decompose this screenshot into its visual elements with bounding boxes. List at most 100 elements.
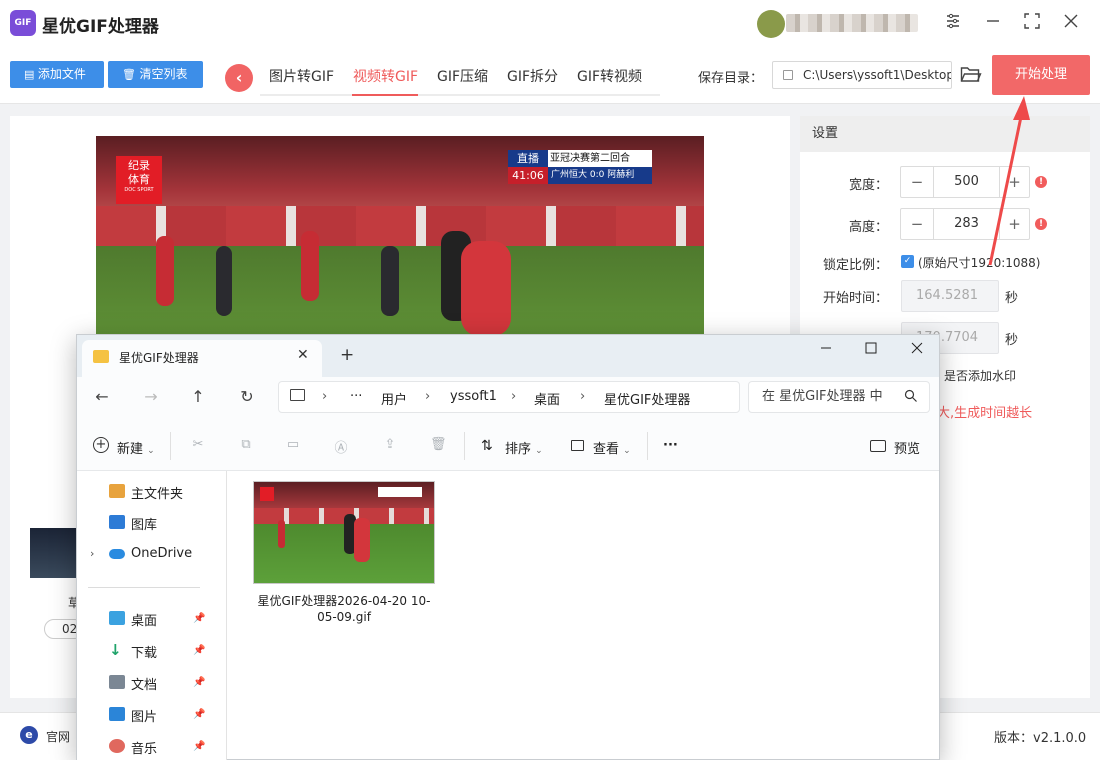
chevron-right-icon: › (425, 389, 431, 404)
explorer-tab[interactable] (82, 340, 322, 377)
copy-icon[interactable]: ⧉ (238, 437, 254, 453)
paste-icon[interactable]: ▭ (285, 437, 301, 453)
score-overlay: 直播 亚冠决赛第二回合 41:06 广州恒大 0:0 阿赫利 (508, 150, 652, 184)
more-options-button[interactable]: ··· (663, 438, 678, 453)
video-preview[interactable]: 纪录 体育 DOC SPORT 直播 亚冠决赛第二回合 41:06 广州恒大 0… (96, 136, 704, 336)
save-dir-field[interactable]: C:\Users\yssoft1\Desktop (772, 61, 952, 89)
up-arrow-icon[interactable]: ↑ (186, 387, 210, 406)
sidebar-item-gallery[interactable]: 图库 (131, 514, 157, 533)
back-arrow-icon[interactable]: ← (90, 387, 114, 406)
new-button[interactable]: 新建 ⌄ (117, 438, 155, 457)
tab-gif-to-video[interactable]: GIF转视频 (577, 66, 642, 86)
search-input[interactable]: 在 星优GIF处理器 中 (748, 381, 930, 413)
user-avatar[interactable] (757, 10, 785, 38)
maximize-icon[interactable] (1020, 12, 1044, 36)
breadcrumb-user[interactable]: yssoft1 (450, 389, 497, 404)
search-icon[interactable] (904, 389, 918, 403)
sidebar-item-music[interactable]: 音乐 (131, 738, 157, 757)
website-link[interactable]: 官网 (46, 728, 70, 745)
music-icon (109, 739, 125, 753)
sidebar-item-downloads[interactable]: 下载 (131, 642, 157, 661)
chevron-right-icon: › (511, 389, 517, 404)
menu-icon[interactable] (941, 12, 965, 36)
pictures-icon (109, 707, 125, 721)
gallery-icon (109, 515, 125, 529)
website-icon[interactable]: e (20, 726, 38, 744)
sidebar-item-pictures[interactable]: 图片 (131, 706, 157, 725)
decrement-button[interactable]: − (901, 167, 934, 197)
file-icon (783, 70, 793, 80)
file-icon: ▤ (24, 68, 38, 81)
rename-icon[interactable]: Ⓐ (333, 437, 349, 456)
tab-video-to-gif[interactable]: 视频转GIF (353, 66, 418, 86)
close-icon[interactable] (910, 341, 924, 355)
chevron-right-icon[interactable]: › (90, 547, 94, 560)
gif-file-name[interactable]: 星优GIF处理器2026-04-20 10-05-09.gif (253, 593, 435, 625)
tab-gif-compress[interactable]: GIF压缩 (437, 66, 488, 86)
collapse-button[interactable]: ‹ (225, 64, 253, 92)
new-tab-icon[interactable]: + (340, 345, 354, 365)
sidebar-item-home[interactable]: 主文件夹 (131, 483, 183, 502)
start-processing-button[interactable]: 开始处理 (992, 55, 1090, 95)
save-dir-label: 保存目录： (698, 71, 764, 86)
close-tab-icon[interactable]: ✕ (297, 347, 309, 363)
explorer-tab-title: 星优GIF处理器 (119, 351, 199, 365)
tab-gif-split[interactable]: GIF拆分 (507, 66, 558, 86)
close-icon[interactable] (1059, 12, 1083, 36)
title-bar (0, 0, 1100, 48)
minimize-icon[interactable] (819, 341, 833, 355)
match-time: 41:06 (508, 167, 548, 184)
start-time-input[interactable]: 164.5281 (901, 280, 999, 312)
forward-arrow-icon[interactable]: → (139, 387, 163, 406)
divider (88, 587, 200, 588)
channel-logo-line1: 纪录 (128, 159, 150, 172)
maximize-icon[interactable] (864, 341, 878, 355)
delete-icon[interactable]: 🗑 (430, 437, 447, 453)
channel-logo-line2: 体育 (128, 173, 150, 186)
minimize-icon[interactable] (981, 12, 1005, 36)
breadcrumb-folder[interactable]: 星优GIF处理器 (604, 389, 690, 408)
share-icon[interactable]: ⇪ (382, 437, 398, 453)
sidebar-item-documents[interactable]: 文档 (131, 674, 157, 693)
decrement-button[interactable]: − (901, 209, 934, 239)
more-breadcrumb-icon[interactable]: ··· (350, 389, 362, 404)
pin-icon[interactable]: 📌 (193, 709, 205, 720)
sidebar-item-onedrive[interactable]: OneDrive (131, 546, 192, 561)
channel-logo-sub: DOC SPORT (124, 187, 154, 193)
add-file-button[interactable]: ▤ 添加文件 (10, 61, 104, 88)
warning-icon: ! (1035, 176, 1047, 188)
app-title: 星优GIF处理器 (42, 17, 159, 37)
sidebar-item-desktop[interactable]: 桌面 (131, 610, 157, 629)
breadcrumb-desktop[interactable]: 桌面 (534, 389, 560, 408)
pin-icon[interactable]: 📌 (193, 677, 205, 688)
folder-open-icon[interactable] (960, 64, 982, 84)
pin-icon[interactable]: 📌 (193, 613, 205, 624)
download-icon: ↓ (109, 641, 122, 659)
home-icon (109, 484, 125, 498)
video-thumbnail[interactable] (30, 528, 76, 578)
trash-icon: 🗑 (122, 68, 140, 81)
pin-icon[interactable]: 📌 (193, 741, 205, 752)
clear-list-label: 清空列表 (139, 67, 188, 81)
sort-label: 排序 (505, 442, 532, 457)
gif-thumbnail[interactable] (253, 481, 435, 584)
save-dir-value: C:\Users\yssoft1\Desktop (803, 68, 952, 82)
sort-button[interactable]: 排序 ⌄ (505, 438, 543, 457)
refresh-icon[interactable]: ↻ (235, 387, 259, 406)
cut-icon[interactable]: ✂ (190, 437, 206, 453)
tab-image-to-gif[interactable]: 图片转GIF (269, 66, 334, 86)
preview-button[interactable]: 预览 (894, 438, 920, 457)
clear-list-button[interactable]: 🗑 清空列表 (108, 61, 203, 88)
start-time-unit: 秒 (1005, 291, 1019, 306)
view-button[interactable]: 查看 ⌄ (593, 438, 631, 457)
preview-pane-icon (870, 440, 886, 452)
search-placeholder: 在 星优GIF处理器 中 (762, 389, 883, 404)
folder-icon (93, 350, 109, 363)
document-icon (109, 675, 125, 689)
match-score: 广州恒大 0:0 阿赫利 (548, 167, 652, 184)
pin-icon[interactable]: 📌 (193, 645, 205, 656)
divider (170, 432, 171, 460)
sort-icon: ⇅ (481, 438, 493, 454)
breadcrumb-users[interactable]: 用户 (381, 389, 407, 408)
lock-ratio-checkbox[interactable]: ✓ (901, 255, 914, 268)
